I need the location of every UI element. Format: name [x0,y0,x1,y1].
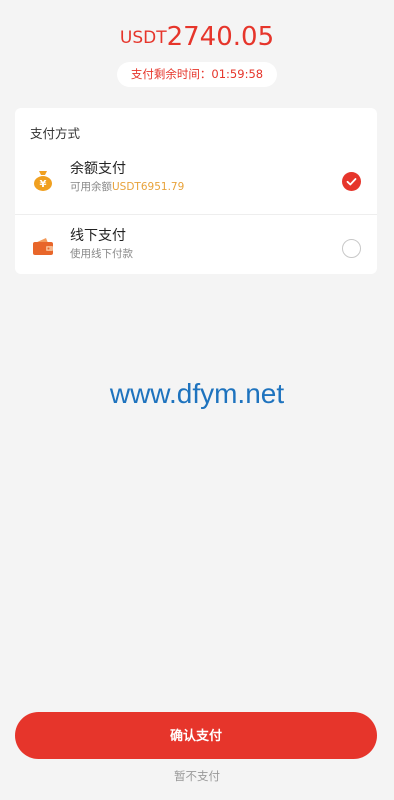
money-bag-icon: ¥ [31,168,55,192]
watermark-text: www.dfym.net [109,378,285,409]
wallet-icon [31,235,55,259]
payment-page: USDT2740.05 支付剩余时间：01:59:58 支付方式 ¥ 余额支付 … [0,0,394,800]
payment-method-card: 支付方式 ¥ 余额支付 可用余额USDT6951.79 线下支付 使用线下付款 [15,108,377,274]
balance-available-label: 可用余额 [70,181,112,193]
payment-method-title: 支付方式 [30,126,81,141]
payment-option-offline[interactable]: 线下支付 使用线下付款 [15,214,377,280]
countdown-timer: 支付剩余时间：01:59:58 [117,62,277,87]
timer-value: 01:59:58 [211,67,264,81]
amount-value: 2740.05 [166,22,275,52]
currency-label: USDT [119,28,167,48]
offline-option-subtitle: 使用线下付款 [70,248,133,260]
balance-available-amount: USDT6951.79 [112,181,185,193]
offline-option-title: 线下支付 [70,228,126,244]
skip-payment-link[interactable]: 暂不支付 [0,768,394,784]
payment-option-balance[interactable]: ¥ 余额支付 可用余额USDT6951.79 [15,148,377,214]
offline-radio-button[interactable] [342,239,361,258]
confirm-payment-button[interactable]: 确认支付 [15,712,377,759]
timer-label: 支付剩余时间： [130,67,212,81]
balance-option-title: 余额支付 [70,161,126,177]
balance-option-subtitle: 可用余额USDT6951.79 [70,179,184,194]
balance-selected-check-icon[interactable] [342,172,361,191]
payment-amount: USDT2740.05 [0,22,394,52]
svg-text:¥: ¥ [40,179,47,190]
